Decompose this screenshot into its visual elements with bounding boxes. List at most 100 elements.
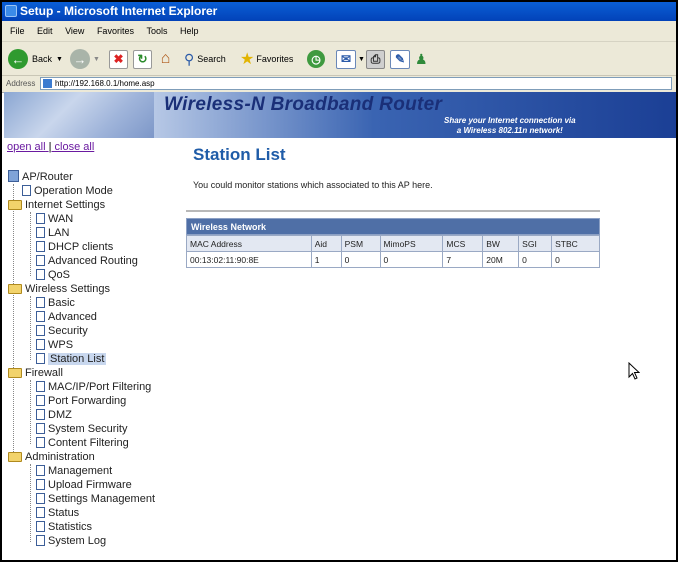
menu-tools[interactable]: Tools	[146, 26, 167, 36]
back-arrow-icon: ←	[8, 49, 28, 69]
tree-item-upload-firmware[interactable]: Upload Firmware	[36, 478, 132, 492]
cell-psm: 0	[340, 251, 381, 268]
forward-arrow-icon: →	[70, 49, 90, 69]
tree-item-mac-ip-port-filtering[interactable]: MAC/IP/Port Filtering	[36, 380, 151, 394]
page-icon	[43, 79, 52, 88]
menu-view[interactable]: View	[65, 26, 84, 36]
menu-help[interactable]: Help	[180, 26, 199, 36]
back-dropdown-icon[interactable]: ▼	[56, 56, 63, 63]
tree-folder-administration[interactable]: Administration	[8, 450, 95, 464]
favorites-button[interactable]: ★ Favorites	[240, 48, 293, 70]
tree-line	[30, 380, 31, 444]
page-icon	[36, 325, 45, 336]
cell-stbc: 0	[551, 251, 600, 268]
page-icon	[36, 255, 45, 266]
tree-folder-label: Internet Settings	[25, 199, 106, 211]
tree-line	[13, 184, 14, 458]
divider	[186, 210, 600, 212]
refresh-icon: ↻	[133, 49, 152, 69]
tree-item-label: Settings Management	[48, 493, 156, 505]
tree-item-management[interactable]: Management	[36, 464, 112, 478]
column-header-aid: Aid	[310, 235, 342, 252]
tree-folder-label: Firewall	[25, 367, 63, 379]
tree-item-settings-management[interactable]: Settings Management	[36, 492, 155, 506]
menu-favorites[interactable]: Favorites	[97, 26, 134, 36]
router-icon	[8, 170, 19, 182]
back-button[interactable]: ← Back ▼	[8, 48, 63, 70]
history-button[interactable]: ◷	[307, 48, 325, 70]
tree-item-operation-mode[interactable]: Operation Mode	[22, 184, 113, 198]
forward-button[interactable]: → ▼	[70, 48, 100, 70]
menu-file[interactable]: File	[10, 26, 25, 36]
tree-item-basic[interactable]: Basic	[36, 296, 75, 310]
page-icon	[22, 185, 31, 196]
tree-item-lan[interactable]: LAN	[36, 226, 69, 240]
mouse-pointer-icon	[628, 362, 640, 380]
tree-item-wan[interactable]: WAN	[36, 212, 73, 226]
tree-item-wps[interactable]: WPS	[36, 338, 73, 352]
page-icon	[36, 381, 45, 392]
tree-folder-firewall[interactable]: Firewall	[8, 366, 63, 380]
tree-folder-label: Administration	[25, 451, 95, 463]
mail-dropdown-icon[interactable]: ▼	[358, 56, 365, 63]
column-header-mac-address: MAC Address	[186, 235, 312, 252]
print-button[interactable]: ⎙	[366, 48, 385, 70]
tree-item-content-filtering[interactable]: Content Filtering	[36, 436, 129, 450]
page-icon	[36, 479, 45, 490]
home-button[interactable]: ⌂	[157, 48, 174, 70]
title-bar: Setup - Microsoft Internet Explorer	[2, 2, 676, 21]
page-icon	[36, 507, 45, 518]
tree-controls: open all | close all	[7, 141, 94, 153]
window-title: Setup - Microsoft Internet Explorer	[20, 4, 218, 18]
tree-item-advanced[interactable]: Advanced	[36, 310, 97, 324]
refresh-button[interactable]: ↻	[133, 48, 152, 70]
tree-item-port-forwarding[interactable]: Port Forwarding	[36, 394, 126, 408]
open-all-link[interactable]: open all	[7, 141, 46, 153]
address-bar: Address http://192.168.0.1/home.asp	[2, 76, 676, 93]
banner-tagline: Share your Internet connection via a Wir…	[444, 116, 576, 136]
print-icon: ⎙	[366, 49, 385, 69]
column-header-psm: PSM	[340, 235, 381, 252]
tree-item-dmz[interactable]: DMZ	[36, 408, 72, 422]
favorites-label: Favorites	[256, 54, 294, 64]
folder-open-icon	[8, 200, 22, 210]
page-icon	[36, 465, 45, 476]
tree-item-label: DHCP clients	[48, 241, 114, 253]
tree-item-dhcp-clients[interactable]: DHCP clients	[36, 240, 113, 254]
page-icon	[36, 353, 45, 364]
tree-item-status[interactable]: Status	[36, 506, 79, 520]
tree-item-security[interactable]: Security	[36, 324, 88, 338]
tree-item-advanced-routing[interactable]: Advanced Routing	[36, 254, 138, 268]
page-icon	[36, 213, 45, 224]
edit-button[interactable]: ✎	[390, 48, 410, 70]
tree-root[interactable]: AP/Router	[8, 170, 73, 184]
menu-edit[interactable]: Edit	[37, 26, 53, 36]
page-icon	[36, 423, 45, 434]
tree-folder-wireless-settings[interactable]: Wireless Settings	[8, 282, 110, 296]
edit-icon: ✎	[390, 49, 410, 69]
messenger-button[interactable]: ♟	[415, 48, 428, 70]
tree-item-system-security[interactable]: System Security	[36, 422, 127, 436]
address-input[interactable]: http://192.168.0.1/home.asp	[40, 77, 672, 90]
messenger-icon: ♟	[415, 50, 428, 67]
tree-folder-internet-settings[interactable]: Internet Settings	[8, 198, 105, 212]
tree-item-statistics[interactable]: Statistics	[36, 520, 92, 534]
close-all-link[interactable]: close all	[55, 141, 95, 153]
tree-line	[30, 296, 31, 360]
mail-button[interactable]: ✉ ▼	[336, 48, 365, 70]
navigation-tree: open all | close all AP/Router Operation…	[4, 141, 184, 556]
search-button[interactable]: ⚲ Search	[184, 48, 226, 70]
column-header-sgi: SGI	[518, 235, 553, 252]
tree-item-system-log[interactable]: System Log	[36, 534, 106, 548]
stop-button[interactable]: ✖	[109, 48, 128, 70]
tree-item-station-list[interactable]: Station List	[36, 352, 107, 366]
table-caption: Wireless Network	[186, 218, 600, 235]
tree-item-label: DMZ	[48, 409, 72, 421]
tree-item-qos[interactable]: QoS	[36, 268, 70, 282]
forward-dropdown-icon[interactable]: ▼	[93, 56, 100, 63]
search-label: Search	[197, 54, 226, 64]
page-icon	[36, 437, 45, 448]
tree-folder-label: Wireless Settings	[25, 283, 110, 295]
page-description: You could monitor stations which associa…	[193, 180, 433, 190]
folder-open-icon	[8, 284, 22, 294]
